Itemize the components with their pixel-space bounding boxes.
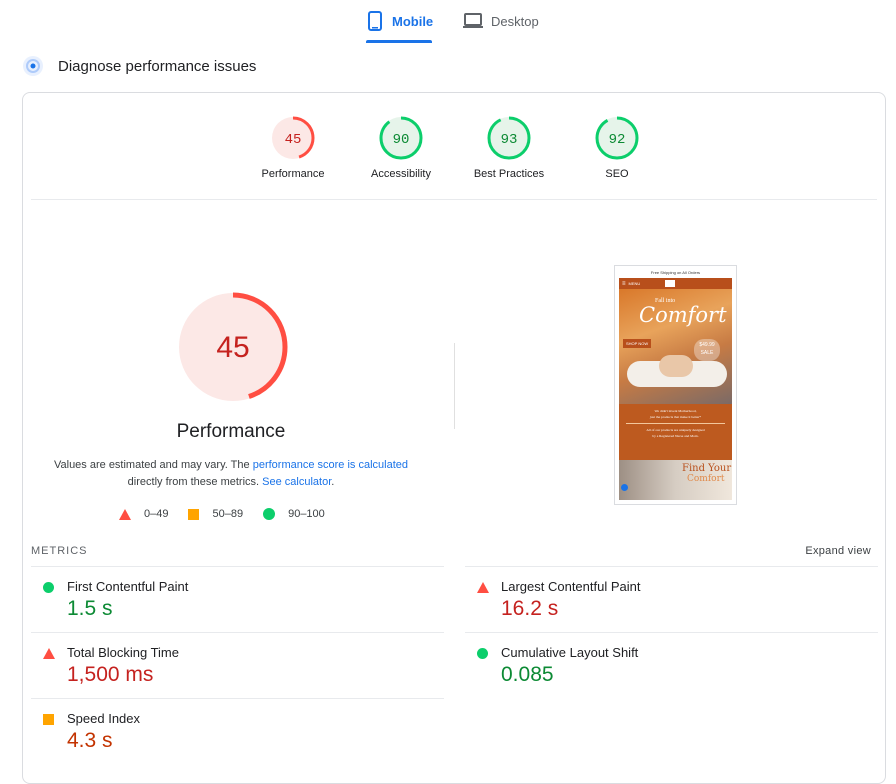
find-comfort-text: Find Your (682, 463, 732, 474)
metric-lcp: Largest Contentful Paint 16.2 s (465, 566, 878, 631)
estimate-note: Values are estimated and may vary. The p… (53, 457, 409, 491)
sale-text: SALE (700, 350, 714, 356)
note-text: Values are estimated and may vary. The (53, 459, 253, 471)
diagnose-header: Diagnose performance issues (22, 55, 256, 77)
accessibility-icon (621, 484, 628, 491)
legend-fail: 0–49 (119, 508, 168, 520)
orange-square-icon (188, 508, 200, 520)
gauge-label: Accessibility (371, 168, 431, 180)
active-tab-indicator (366, 40, 432, 43)
tab-desktop-label: Desktop (491, 13, 539, 29)
diagnose-icon (23, 56, 43, 76)
metric-speed-index: Speed Index 4.3 s (31, 698, 444, 763)
metrics-heading: METRICS (31, 545, 88, 557)
green-circle-icon (263, 508, 276, 520)
legend-average-range: 50–89 (212, 508, 244, 520)
metric-name: First Contentful Paint (67, 579, 189, 594)
site-header: ≡ MENU (619, 278, 732, 289)
green-circle-icon (43, 582, 54, 593)
score-legend: 0–49 50–89 90–100 (119, 508, 325, 520)
metric-name: Largest Contentful Paint (501, 579, 641, 594)
hero-banner: Fall into Comfort SHOP NOW $49.99 SALE (619, 289, 732, 404)
performance-score: 45 (216, 331, 249, 364)
find-comfort-text-2: Comfort (687, 474, 725, 484)
metric-fcp: First Contentful Paint 1.5 s (31, 566, 444, 631)
price-badge: $49.99 SALE (694, 339, 720, 361)
shipping-banner: Free Shipping on All Orders (650, 270, 701, 275)
phone-icon (368, 11, 382, 31)
hero-title: Comfort (639, 303, 727, 327)
menu-label: MENU (628, 281, 641, 286)
see-calculator-link[interactable]: See calculator (262, 476, 331, 488)
metric-value: 1,500 ms (67, 663, 154, 686)
performance-gauge-large: 45 (178, 292, 288, 402)
price-text: $49.99 (699, 342, 715, 348)
score-gauges: 45 Performance 90 Accessibility 93 Best … (31, 93, 877, 200)
metric-value: 1.5 s (67, 597, 113, 620)
gauge-label: Best Practices (473, 168, 545, 180)
score-calculation-link[interactable]: performance score is calculated (253, 459, 408, 471)
expand-view-button[interactable]: Expand view (805, 545, 871, 557)
gauge-ring: 93 (487, 116, 531, 160)
metric-value: 4.3 s (67, 729, 113, 752)
menu-icon: ≡ (622, 280, 626, 287)
person-image (659, 355, 693, 377)
gauge-value: 92 (609, 132, 626, 148)
tab-mobile[interactable]: Mobile (366, 0, 433, 42)
green-circle-icon (477, 648, 488, 659)
metric-name: Cumulative Layout Shift (501, 645, 639, 660)
legend-pass: 90–100 (263, 508, 325, 520)
red-triangle-icon (119, 508, 131, 520)
report-card: 45 Performance 90 Accessibility 93 Best … (22, 92, 886, 784)
gauge-value: 93 (501, 132, 518, 148)
metric-cls: Cumulative Layout Shift 0.085 (465, 632, 878, 697)
monitor-icon (463, 13, 483, 28)
tab-mobile-label: Mobile (392, 13, 434, 29)
find-comfort-banner: Find Your Comfort (619, 460, 732, 500)
orange-square-icon (43, 714, 54, 725)
gauge-ring: 90 (379, 116, 423, 160)
gauge-best-practices[interactable]: 93 Best Practices (459, 115, 559, 180)
note-text: directly from these metrics. (127, 476, 263, 488)
legend-average: 50–89 (188, 508, 243, 520)
gauge-value: 90 (393, 132, 410, 148)
tab-desktop[interactable]: Desktop (463, 0, 539, 42)
gauge-performance[interactable]: 45 Performance (243, 115, 343, 180)
metric-value: 0.085 (501, 663, 554, 686)
metric-tbt: Total Blocking Time 1,500 ms (31, 632, 444, 697)
page-screenshot[interactable]: Free Shipping on All Orders ≡ MENU Fall … (614, 265, 737, 505)
legend-pass-range: 90–100 (288, 508, 325, 520)
gauge-label: SEO (605, 168, 629, 180)
diagnose-title: Diagnose performance issues (58, 57, 257, 75)
gauge-accessibility[interactable]: 90 Accessibility (351, 115, 451, 180)
legend-fail-range: 0–49 (144, 508, 169, 520)
shop-now-button: SHOP NOW (623, 339, 652, 348)
promo-line: by a Registered Nurse and Mom. (652, 434, 699, 438)
device-tabs: Mobile Desktop (0, 0, 896, 44)
metric-name: Speed Index (67, 711, 141, 726)
red-triangle-icon (477, 582, 489, 593)
gauge-seo[interactable]: 92 SEO (567, 115, 667, 180)
note-text: . (331, 476, 335, 488)
screenshot-content: Free Shipping on All Orders ≡ MENU Fall … (619, 270, 732, 500)
gauge-ring: 45 (271, 116, 315, 160)
logo (665, 280, 676, 287)
promo-divider (626, 423, 725, 424)
metric-value: 16.2 s (501, 597, 559, 620)
gauge-label: Performance (261, 168, 325, 180)
metric-name: Total Blocking Time (67, 645, 179, 660)
promo-line: just the products that make it better* (649, 415, 702, 419)
divider (454, 343, 455, 429)
red-triangle-icon (43, 648, 55, 659)
performance-title: Performance (176, 421, 286, 442)
gauge-value: 45 (285, 132, 302, 148)
promo-block: We didn't invent Motherhood, just the pr… (619, 404, 732, 460)
gauge-ring: 92 (595, 116, 639, 160)
